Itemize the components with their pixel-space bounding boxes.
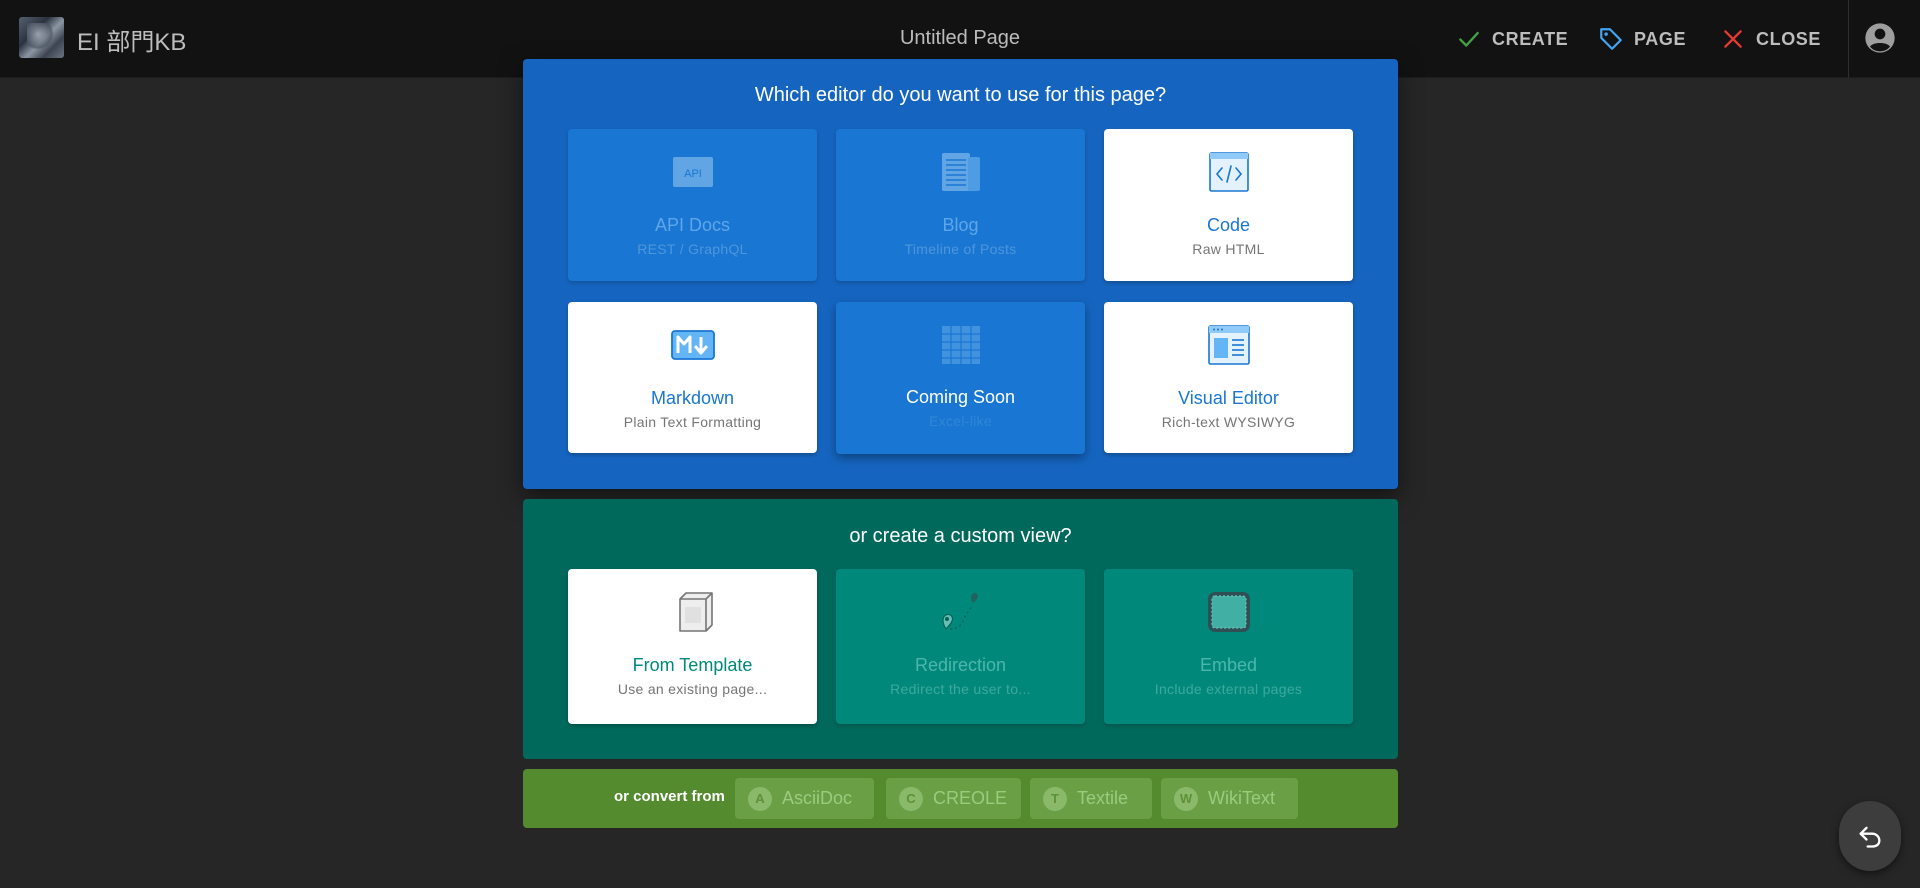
- redirection-icon: [942, 592, 978, 630]
- editor-card-coming-soon[interactable]: Excel-like Coming Soon: [836, 302, 1085, 454]
- convert-chip-label: Textile: [1077, 788, 1129, 808]
- editor-card-blog[interactable]: Blog Timeline of Posts: [836, 129, 1085, 281]
- custom-card-redirection[interactable]: Redirection Redirect the user to...: [836, 569, 1085, 724]
- editor-card-subtitle: REST / GraphQL: [637, 241, 748, 257]
- tag-icon: [1600, 28, 1622, 50]
- convert-creole-button[interactable]: C CREOLE: [886, 778, 1021, 819]
- embed-icon: [1208, 592, 1250, 632]
- undo-fab-button[interactable]: [1839, 801, 1901, 871]
- blog-icon: [942, 153, 980, 191]
- template-box-icon: [679, 592, 713, 632]
- custom-card-subtitle: Include external pages: [1154, 681, 1303, 697]
- coming-soon-label: Coming Soon: [905, 387, 1016, 407]
- custom-view-panel: or create a custom view? From Template U…: [523, 499, 1398, 759]
- custom-card-subtitle: Redirect the user to...: [890, 681, 1031, 697]
- editor-card-subtitle: Timeline of Posts: [904, 241, 1017, 257]
- custom-card-from-template[interactable]: From Template Use an existing page...: [568, 569, 817, 724]
- site-logo[interactable]: [19, 17, 64, 58]
- editor-card-title: Code: [1206, 215, 1251, 235]
- editor-selection-panel: Which editor do you want to use for this…: [523, 59, 1398, 489]
- account-button[interactable]: [1864, 22, 1896, 54]
- svg-text:API: API: [684, 168, 702, 180]
- convert-chip-label: CREOLE: [933, 788, 1008, 808]
- markdown-icon: [671, 330, 715, 360]
- convert-wikitext-button[interactable]: W WikiText: [1161, 778, 1298, 819]
- convert-label: or convert from: [614, 788, 725, 805]
- editor-card-subtitle: Raw HTML: [1192, 241, 1265, 257]
- editor-question: Which editor do you want to use for this…: [754, 84, 1167, 106]
- editor-card-title: API Docs: [654, 215, 731, 235]
- close-icon: [1724, 30, 1742, 48]
- editor-card-title: Blog: [942, 215, 979, 235]
- editor-card-code[interactable]: Code Raw HTML: [1104, 129, 1353, 281]
- convert-textile-button[interactable]: T Textile: [1030, 778, 1152, 819]
- check-icon: [1459, 31, 1479, 47]
- textile-badge-icon: T: [1043, 786, 1067, 811]
- close-button[interactable]: CLOSE: [1720, 22, 1821, 56]
- visual-editor-icon: [1208, 325, 1250, 365]
- page-properties-button[interactable]: PAGE: [1598, 22, 1686, 56]
- convert-asciidoc-button[interactable]: A AsciiDoc: [735, 778, 874, 819]
- code-icon: [1209, 152, 1249, 192]
- custom-view-question: or create a custom view?: [849, 525, 1072, 547]
- asciidoc-badge-icon: A: [748, 786, 772, 811]
- close-label: CLOSE: [1756, 28, 1822, 49]
- page-label: PAGE: [1634, 28, 1687, 49]
- convert-panel: or convert from A AsciiDoc C CREOLE T Te…: [523, 769, 1398, 828]
- editor-card-markdown[interactable]: Markdown Plain Text Formatting: [568, 302, 817, 453]
- editor-card-subtitle: Rich-text WYSIWYG: [1161, 414, 1296, 430]
- wikitext-badge-icon: W: [1174, 786, 1198, 811]
- editor-card-subtitle: Plain Text Formatting: [623, 414, 762, 430]
- site-title[interactable]: EI 部門KB: [77, 22, 186, 57]
- convert-chip-label: WikiText: [1208, 788, 1275, 808]
- custom-card-title: Embed: [1199, 655, 1258, 675]
- create-button[interactable]: CREATE: [1456, 22, 1568, 56]
- editor-card-visual-editor[interactable]: Visual Editor Rich-text WYSIWYG: [1104, 302, 1353, 453]
- creole-badge-icon: C: [899, 786, 923, 811]
- api-icon: API: [673, 157, 713, 187]
- custom-card-embed[interactable]: Embed Include external pages: [1104, 569, 1353, 724]
- editor-card-title: Markdown: [650, 388, 735, 408]
- custom-card-title: From Template: [632, 655, 753, 675]
- editor-card-subtitle: Excel-like: [929, 413, 992, 429]
- undo-arrow-icon: [1859, 826, 1881, 848]
- spreadsheet-icon: [942, 326, 980, 364]
- topbar-divider: [1848, 0, 1849, 78]
- custom-card-subtitle: Use an existing page...: [617, 681, 768, 697]
- account-circle-icon: [1865, 23, 1895, 53]
- convert-chip-label: AsciiDoc: [782, 788, 853, 808]
- editor-card-title: Visual Editor: [1178, 388, 1279, 408]
- create-label: CREATE: [1492, 28, 1569, 49]
- custom-card-title: Redirection: [914, 655, 1007, 675]
- editor-card-api-docs[interactable]: API API Docs REST / GraphQL: [568, 129, 817, 281]
